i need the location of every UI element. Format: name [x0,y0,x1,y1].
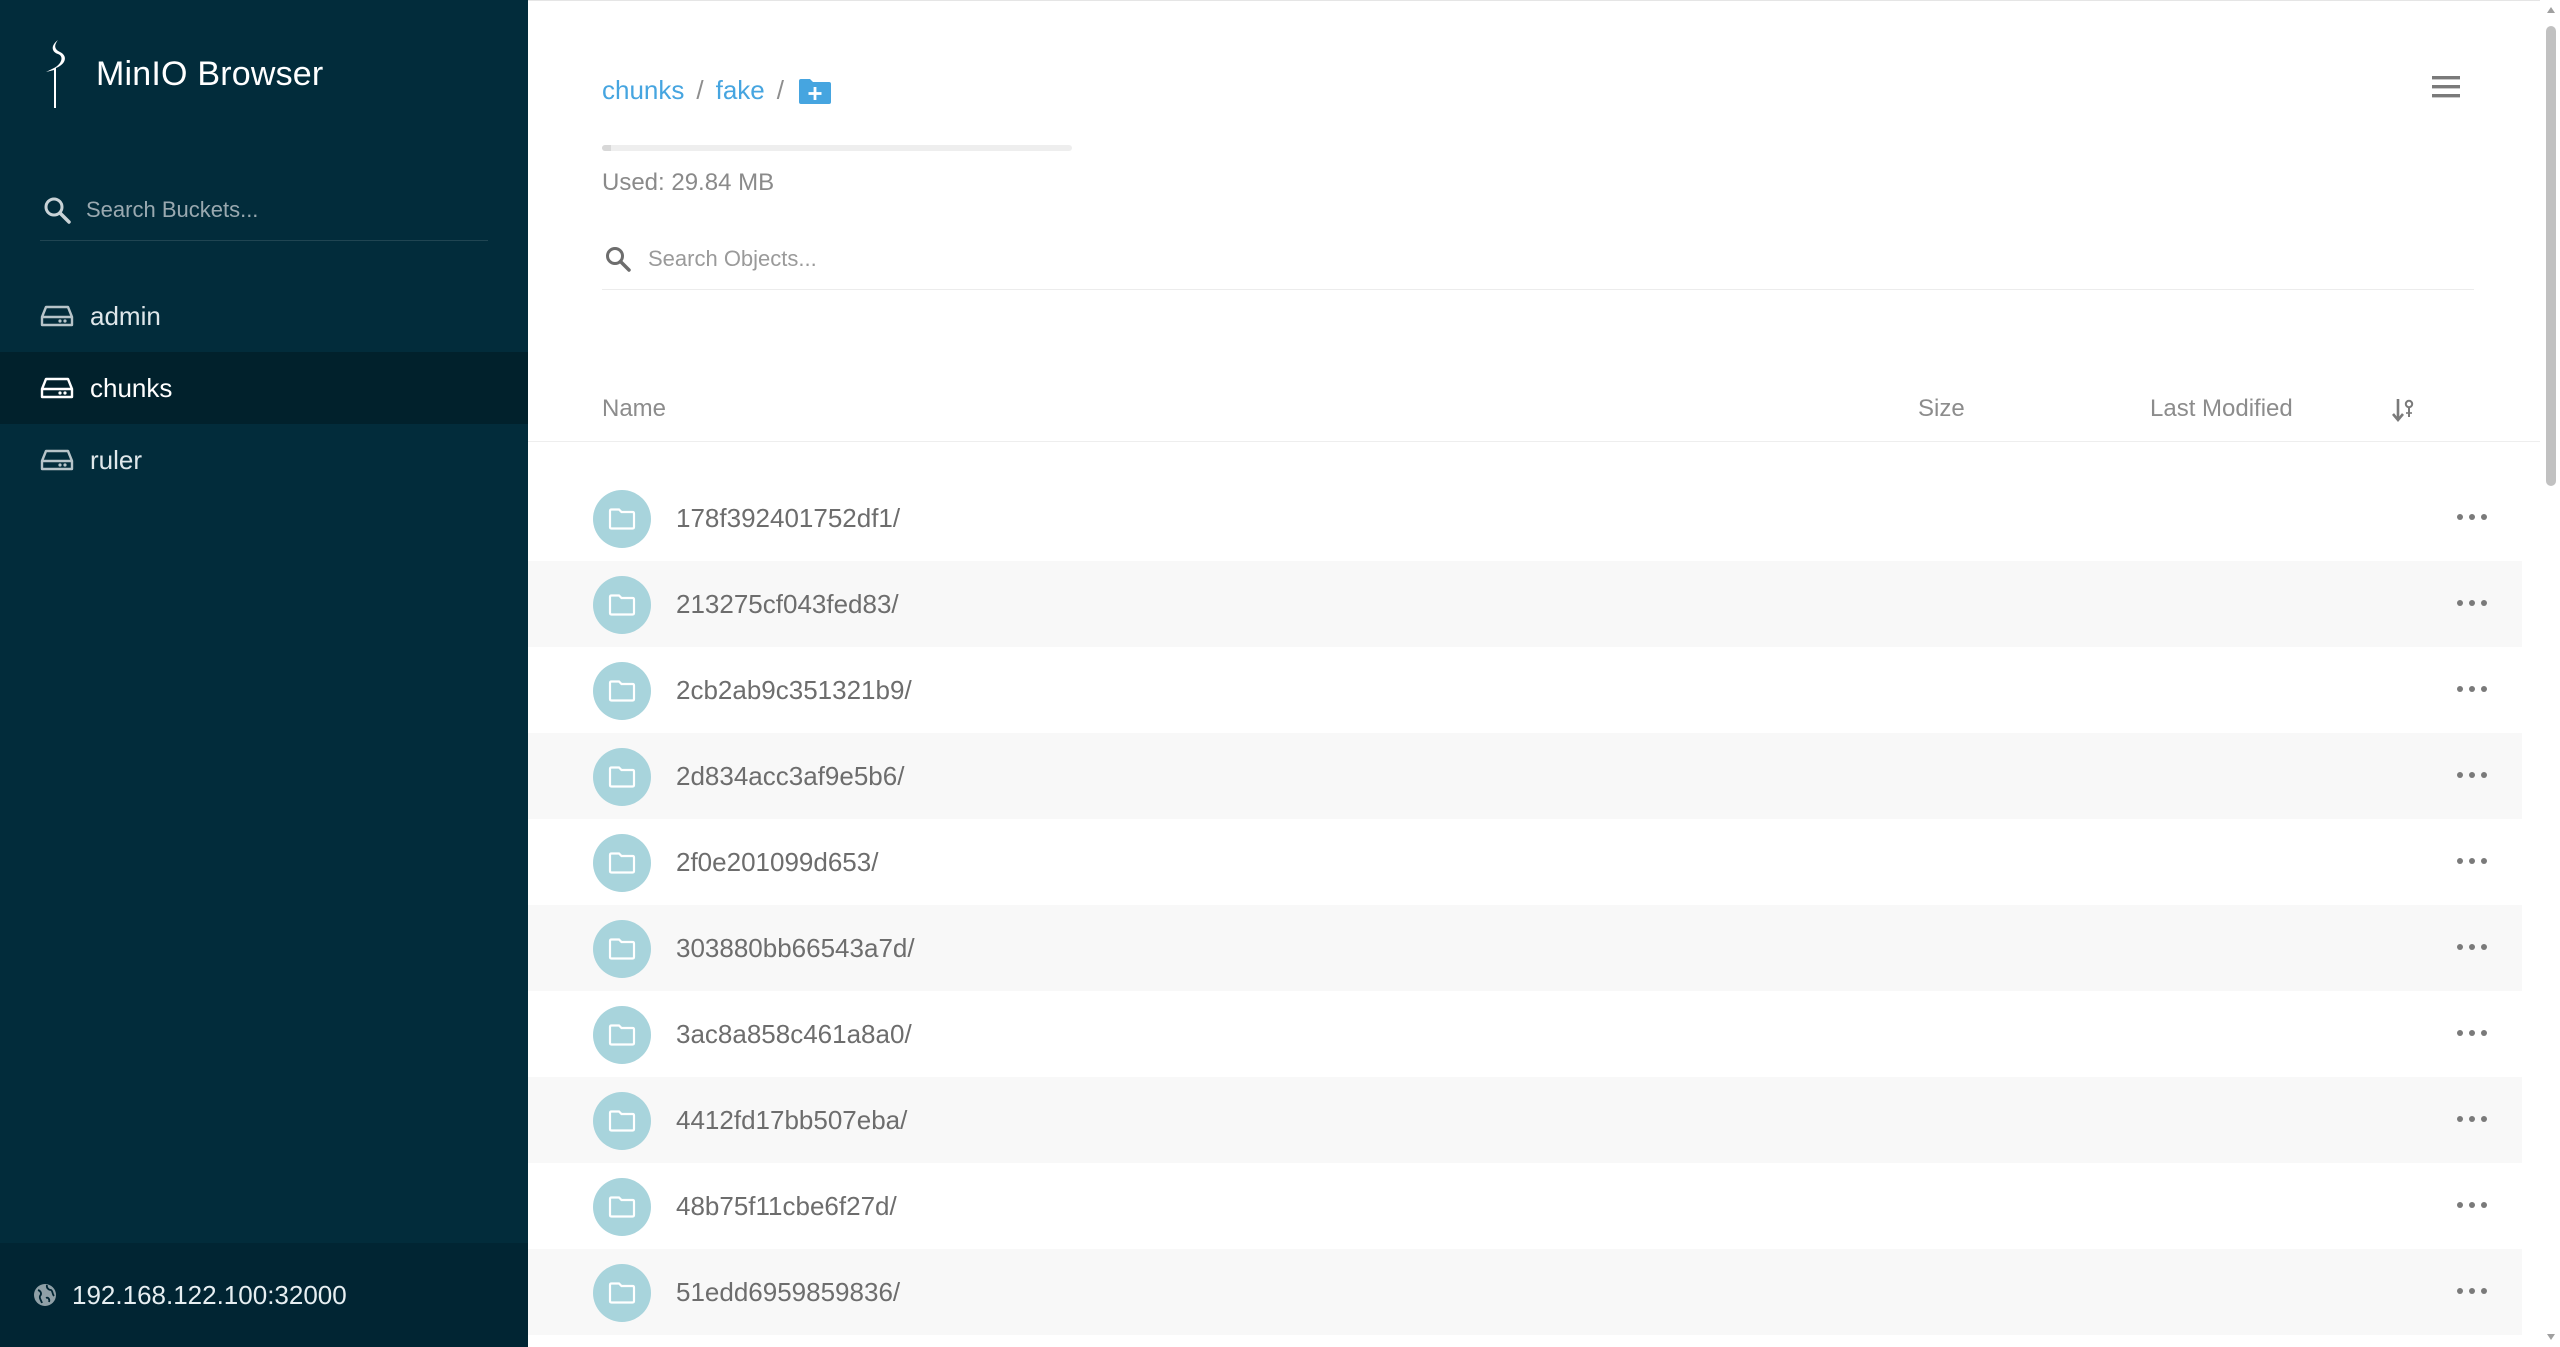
bucket-label: ruler [90,444,143,475]
folder-icon [608,852,636,874]
table-row[interactable]: 48b75f11cbe6f27d/ [528,1163,2522,1249]
table-row[interactable]: 4412fd17bb507eba/ [528,1077,2522,1163]
bucket-item-ruler[interactable]: ruler [0,424,528,496]
drive-icon [40,449,74,471]
column-header-name[interactable]: Name [602,395,666,423]
breadcrumb-item-prefix[interactable]: fake [716,75,765,106]
column-header-last-modified[interactable]: Last Modified [2150,395,2293,423]
object-table-header: Name Size Last Modified [528,381,2540,442]
usage-text: Used: 29.84 MB [602,169,775,196]
sort-icon[interactable] [2390,395,2416,425]
sidebar: MinIO Browser admin [0,0,528,1347]
drive-icon [40,305,74,327]
more-horizontal-icon[interactable] [2452,505,2492,529]
object-search [602,229,2474,290]
bucket-label: admin [90,300,161,331]
folder-badge [593,662,651,720]
table-row[interactable]: 51edd6959859836/ [528,1249,2522,1335]
object-name[interactable]: 2f0e201099d653/ [676,847,878,878]
folder-badge [593,1092,651,1150]
drive-icon [40,377,74,399]
bucket-list: admin chunks ruler [0,280,528,496]
more-horizontal-icon[interactable] [2452,1107,2492,1131]
scrollbar-thumb[interactable] [2546,26,2556,486]
folder-badge [593,1006,651,1064]
breadcrumb-item-bucket[interactable]: chunks [602,75,684,106]
folder-badge [593,748,651,806]
bucket-search-input[interactable] [84,196,468,224]
folder-badge [593,920,651,978]
folder-icon [608,680,636,702]
object-name[interactable]: 2d834acc3af9e5b6/ [676,761,904,792]
folder-icon [608,1110,636,1132]
folder-badge [593,1178,651,1236]
folder-icon [608,1024,636,1046]
more-horizontal-icon[interactable] [2452,935,2492,959]
folder-badge [593,1264,651,1322]
table-row[interactable]: 303880bb66543a7d/ [528,905,2522,991]
breadcrumb-separator: / [776,75,785,105]
breadcrumb-separator: / [696,75,704,105]
scroll-down-arrow-icon[interactable] [2546,1333,2556,1341]
folder-icon [608,766,636,788]
more-horizontal-icon[interactable] [2452,677,2492,701]
usage-progress-fill [602,145,612,151]
host-address: 192.168.122.100:32000 [72,1279,347,1310]
scroll-up-arrow-icon[interactable] [2546,6,2556,14]
app-title: MinIO Browser [96,54,324,93]
globe-icon [34,1284,56,1306]
more-horizontal-icon[interactable] [2452,1279,2492,1303]
main-content: chunks / fake / Used: 29.84 MB Search Ob… [528,0,2540,1347]
more-horizontal-icon[interactable] [2452,591,2492,615]
bucket-item-admin[interactable]: admin [0,280,528,352]
host-info: 192.168.122.100:32000 [0,1243,528,1347]
table-row[interactable]: 178f392401752df1/ [528,475,2522,561]
object-name[interactable]: 4412fd17bb507eba/ [676,1105,907,1136]
folder-icon [608,594,636,616]
bucket-item-chunks[interactable]: chunks [0,352,528,424]
object-name[interactable]: 303880bb66543a7d/ [676,933,915,964]
vertical-scrollbar[interactable] [2542,0,2560,1347]
more-horizontal-icon[interactable] [2452,849,2492,873]
folder-plus-icon[interactable] [798,77,832,105]
column-header-size[interactable]: Size [1918,395,1965,423]
folder-badge [593,490,651,548]
minio-bird-icon [46,40,65,108]
search-icon [44,197,71,224]
object-name[interactable]: 51edd6959859836/ [676,1277,900,1308]
object-search-input[interactable] [646,245,1250,273]
brand: MinIO Browser [36,38,323,110]
folder-icon [608,508,636,530]
bucket-search [40,180,488,241]
object-name[interactable]: 178f392401752df1/ [676,503,900,534]
table-row[interactable]: 2f0e201099d653/ [528,819,2522,905]
more-horizontal-icon[interactable] [2452,1021,2492,1045]
object-name[interactable]: 213275cf043fed83/ [676,589,899,620]
table-row[interactable]: 213275cf043fed83/ [528,561,2522,647]
folder-icon [608,1282,636,1304]
folder-badge [593,576,651,634]
table-row[interactable]: 2cb2ab9c351321b9/ [528,647,2522,733]
table-row[interactable]: 3ac8a858c461a8a0/ [528,991,2522,1077]
more-horizontal-icon[interactable] [2452,763,2492,787]
search-icon [606,247,631,272]
folder-icon [608,1196,636,1218]
app-root: MinIO Browser admin [0,0,2560,1347]
object-name[interactable]: 3ac8a858c461a8a0/ [676,1019,912,1050]
object-name[interactable]: 2cb2ab9c351321b9/ [676,675,912,706]
folder-icon [608,938,636,960]
usage-progress-bar [602,145,1072,151]
object-list: 178f392401752df1/ 213275cf043fed83/ 2cb2… [528,475,2540,1335]
object-name[interactable]: 48b75f11cbe6f27d/ [676,1191,897,1222]
folder-badge [593,834,651,892]
bucket-label: chunks [90,372,173,403]
more-horizontal-icon[interactable] [2452,1193,2492,1217]
table-row[interactable]: 2d834acc3af9e5b6/ [528,733,2522,819]
hamburger-icon[interactable] [2430,71,2462,103]
breadcrumb: chunks / fake / [602,75,832,106]
